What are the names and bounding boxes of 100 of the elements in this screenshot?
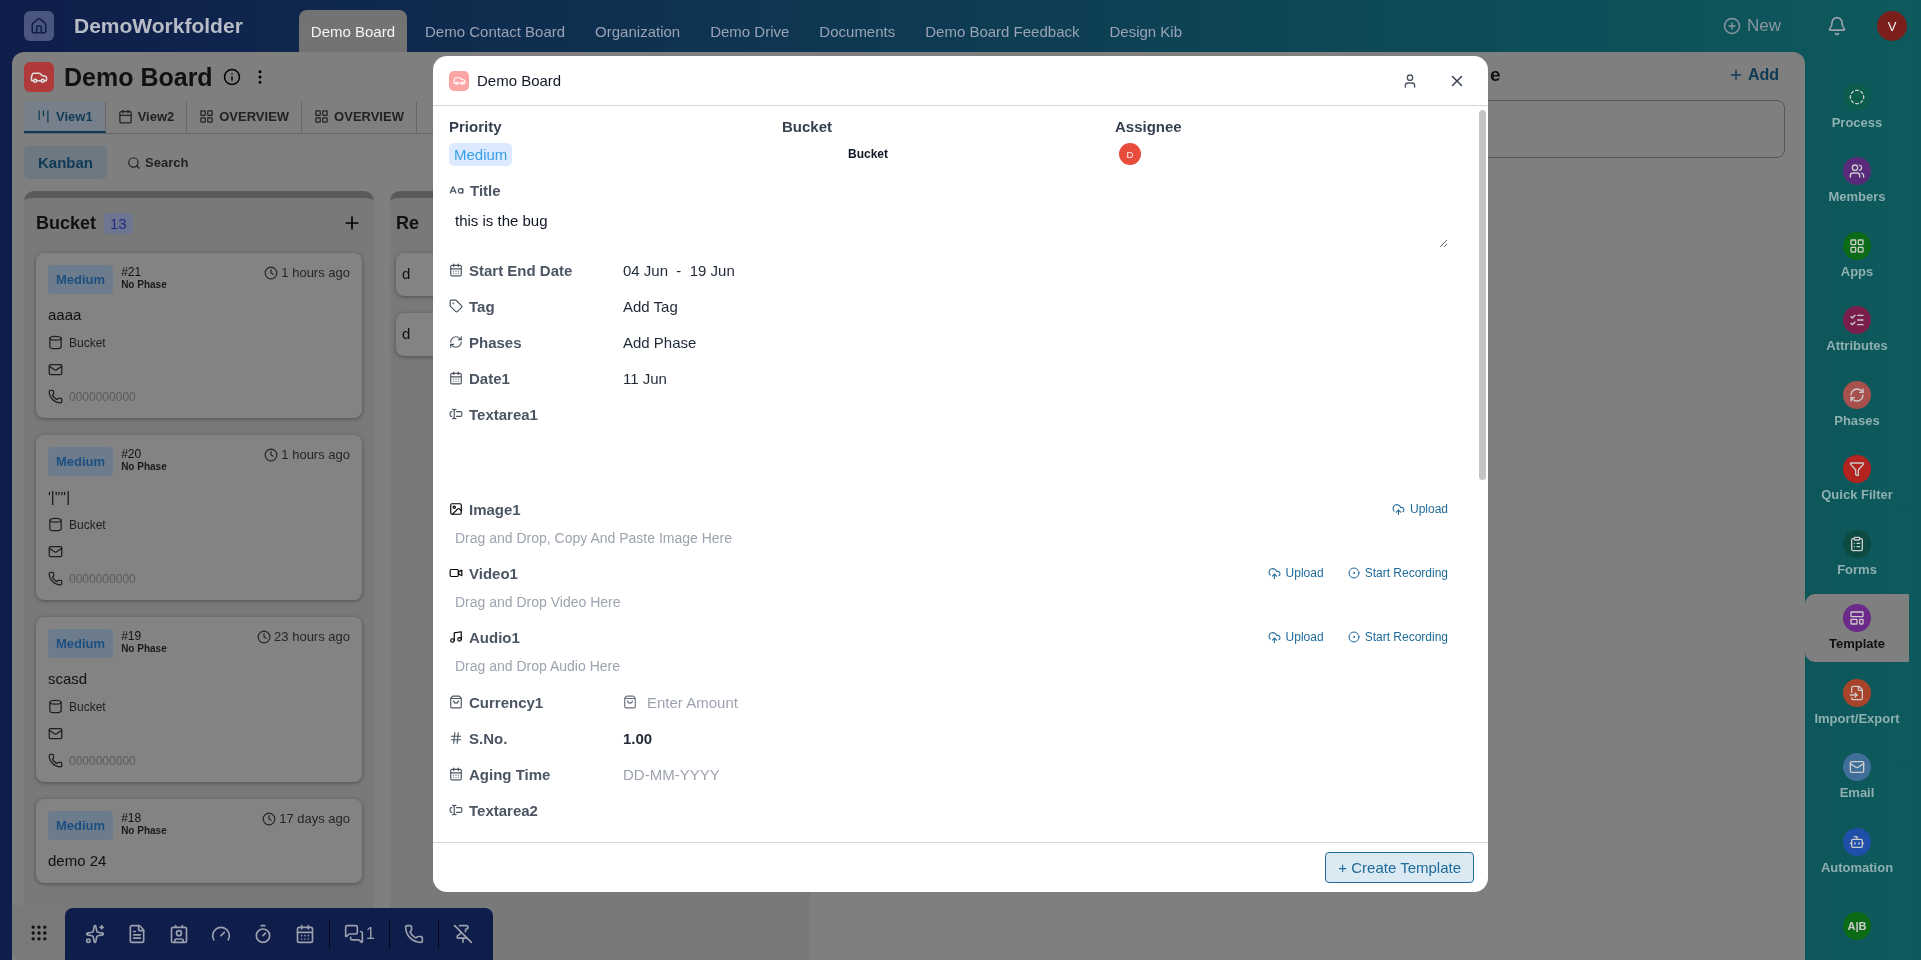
field-label: Date1 (469, 369, 510, 387)
mail-icon (48, 726, 63, 741)
phone-icon (48, 753, 63, 768)
scrollbar-thumb[interactable] (1479, 110, 1486, 480)
task-phase: No Phase (121, 461, 167, 472)
column-title: Bucket (36, 212, 97, 234)
task-time: 1 hours ago (281, 447, 350, 462)
chat-button[interactable]: 1 (336, 920, 383, 948)
file-icon (1849, 684, 1865, 701)
view-tab[interactable]: OVERVIEW (302, 102, 417, 133)
task-phase: No Phase (121, 825, 167, 836)
sidebar-item[interactable]: Apps (1805, 221, 1909, 290)
task-title: scasd (48, 670, 88, 687)
bucket-icon (48, 335, 63, 350)
sidebar-item[interactable]: Import/Export (1805, 668, 1909, 737)
column-title: Re (396, 212, 419, 234)
search-button[interactable]: Search (121, 154, 195, 171)
task-time: 1 hours ago (281, 265, 350, 280)
drop-zone-hint[interactable]: Drag and Drop, Copy And Paste Image Here (449, 526, 1448, 556)
drop-zone-hint[interactable]: Drag and Drop Audio Here (449, 654, 1448, 684)
board-title: Demo Board (64, 62, 213, 92)
date-value[interactable]: 11 Jun (623, 369, 667, 387)
priority-badge: Medium (48, 811, 114, 840)
task-number: #20 (121, 447, 143, 461)
bell-icon (1827, 16, 1847, 36)
cloud-upload-icon (1267, 630, 1281, 644)
board-tab[interactable]: Demo Board Feedback (913, 10, 1092, 52)
board-tab[interactable]: Design Kib (1097, 10, 1195, 52)
bucket-icon (48, 517, 63, 532)
board-tab[interactable]: Demo Board (298, 10, 408, 52)
text-cursor-icon (449, 407, 463, 421)
sidebar-item[interactable]: Attributes (1805, 295, 1909, 364)
upload-link[interactable]: Upload (1267, 630, 1324, 644)
summary-label: Assignee (1115, 118, 1182, 135)
date-field[interactable]: DD-MM-YYYY (623, 765, 720, 783)
document-icon (127, 924, 147, 944)
cloud-upload-icon (1391, 502, 1405, 516)
date-value[interactable]: 04 Jun - 19 Jun (623, 261, 735, 279)
ab-glyph: A|B (1847, 919, 1867, 932)
add-button[interactable]: Add (1721, 65, 1785, 85)
view-tab[interactable]: OVERVIEW (187, 102, 303, 133)
board-tab[interactable]: Documents (807, 10, 908, 52)
board-tab[interactable]: Demo Contact Board (413, 10, 578, 52)
drop-zone-hint[interactable]: Drag and Drop Video Here (449, 590, 1448, 620)
bucket-value[interactable]: Bucket (848, 147, 888, 161)
dashed-circle-icon (1849, 88, 1865, 105)
new-button[interactable]: New (1717, 15, 1787, 37)
task-number: #18 (121, 811, 143, 825)
summary-label: Bucket (782, 118, 833, 135)
field-label: S.No. (469, 729, 508, 747)
sidebar-item[interactable]: Forms (1805, 519, 1909, 588)
add-tag-button[interactable]: Add Tag (623, 297, 678, 315)
pin-off-icon (452, 924, 473, 944)
create-template-button[interactable]: + Create Template (1325, 852, 1474, 883)
field-label: Textarea1 (469, 405, 538, 423)
sidebar-item[interactable]: Quick Filter (1805, 444, 1909, 513)
cloud-upload-icon (1267, 566, 1281, 580)
board-tab[interactable]: Demo Drive (698, 10, 802, 52)
sidebar-item[interactable]: Template (1805, 593, 1909, 662)
start-recording-link[interactable]: Start Recording (1347, 630, 1448, 644)
sidebar-item[interactable]: Phases (1805, 370, 1909, 439)
contact-card-icon (169, 924, 189, 944)
board-tab[interactable]: Organization (583, 10, 693, 52)
grid-icon (1849, 237, 1865, 254)
task-title: '|''''| (48, 488, 71, 505)
task-card[interactable]: Medium #18 No Phase 17 days ago demo 24 (36, 799, 362, 883)
kanban-button[interactable]: Kanban (24, 146, 107, 179)
assignee-avatar[interactable]: D (1119, 143, 1141, 165)
plus-circle-icon (1723, 17, 1741, 35)
user-avatar[interactable]: V (1877, 11, 1907, 41)
sidebar-item[interactable]: Email (1805, 742, 1909, 811)
calendar-icon (449, 263, 463, 277)
sidebar-item[interactable]: A|B (1805, 891, 1909, 960)
field-label: Tag (469, 297, 495, 315)
clock-icon (262, 811, 277, 826)
panel-title: e (1490, 64, 1501, 86)
task-time: 23 hours ago (274, 629, 350, 644)
sidebar-item[interactable]: Members (1805, 146, 1909, 215)
bucket-icon (48, 699, 63, 714)
cycle-icon (1849, 386, 1865, 403)
priority-badge[interactable]: Medium (449, 143, 513, 166)
task-bucket: Bucket (69, 517, 106, 532)
start-recording-link[interactable]: Start Recording (1347, 566, 1448, 580)
upload-link[interactable]: Upload (1267, 566, 1324, 580)
sidebar-item[interactable]: Process (1805, 72, 1909, 141)
sidebar-item[interactable]: Automation (1805, 817, 1909, 886)
clipboard-icon (1849, 535, 1865, 552)
text-cursor-icon (449, 803, 463, 817)
phone-icon (48, 389, 63, 404)
field-label: Title (470, 181, 501, 199)
upload-link[interactable]: Upload (1391, 502, 1448, 516)
view-tab[interactable]: View2 (105, 102, 188, 133)
view-tab[interactable]: View1 (24, 102, 106, 133)
bag-icon (449, 695, 463, 709)
field-label: Currency1 (469, 693, 544, 711)
calendar-icon (449, 767, 463, 781)
priority-badge: Medium (48, 629, 114, 658)
info-icon (222, 68, 241, 86)
filter-icon (1849, 461, 1865, 478)
add-phase-button[interactable]: Add Phase (623, 333, 697, 351)
